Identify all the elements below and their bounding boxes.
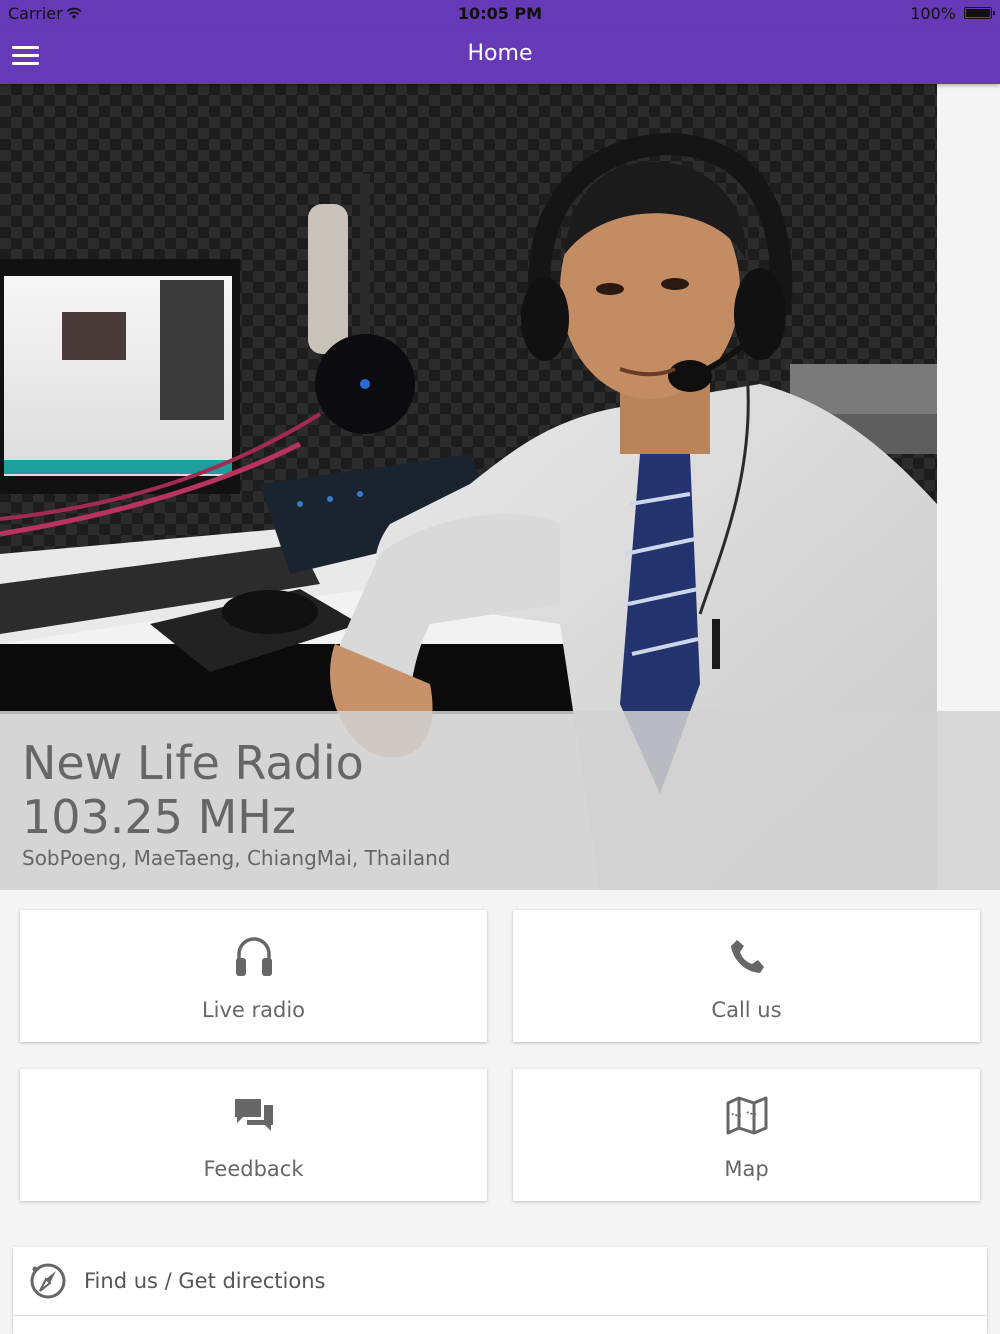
feedback-label: Feedback <box>203 1157 304 1181</box>
station-location: SobPoeng, MaeTaeng, ChiangMai, Thailand <box>22 846 451 870</box>
station-frequency: 103.25 MHz <box>22 790 297 844</box>
live-radio-button[interactable]: Live radio <box>20 910 487 1042</box>
call-us-button[interactable]: Call us <box>513 910 980 1042</box>
feedback-button[interactable]: Feedback <box>20 1069 487 1201</box>
find-us-card: Find us / Get directions <box>13 1247 987 1334</box>
headphones-icon <box>235 937 272 976</box>
battery-icon <box>964 7 995 19</box>
station-name: New Life Radio <box>22 736 364 790</box>
chat-bubbles-icon <box>234 1099 273 1131</box>
app-bar: Home <box>0 28 1000 84</box>
status-bar: Carrier 10:05 PM 100% <box>0 0 1000 28</box>
hero-banner: New Life Radio 103.25 MHz SobPoeng, MaeT… <box>0 84 1000 890</box>
map-label: Map <box>724 1157 769 1181</box>
map-icon <box>726 1096 767 1135</box>
find-us-row[interactable]: Find us / Get directions <box>13 1247 987 1316</box>
page-title: Home <box>467 41 533 66</box>
phone-icon <box>730 940 764 973</box>
clock: 10:05 PM <box>457 4 543 23</box>
compass-icon <box>30 1263 66 1299</box>
live-radio-label: Live radio <box>201 998 306 1022</box>
call-us-label: Call us <box>711 998 782 1022</box>
battery-percent: 100% <box>910 4 956 23</box>
hamburger-menu-icon[interactable] <box>8 40 44 72</box>
find-us-label: Find us / Get directions <box>84 1269 326 1293</box>
map-button[interactable]: Map <box>513 1069 980 1201</box>
